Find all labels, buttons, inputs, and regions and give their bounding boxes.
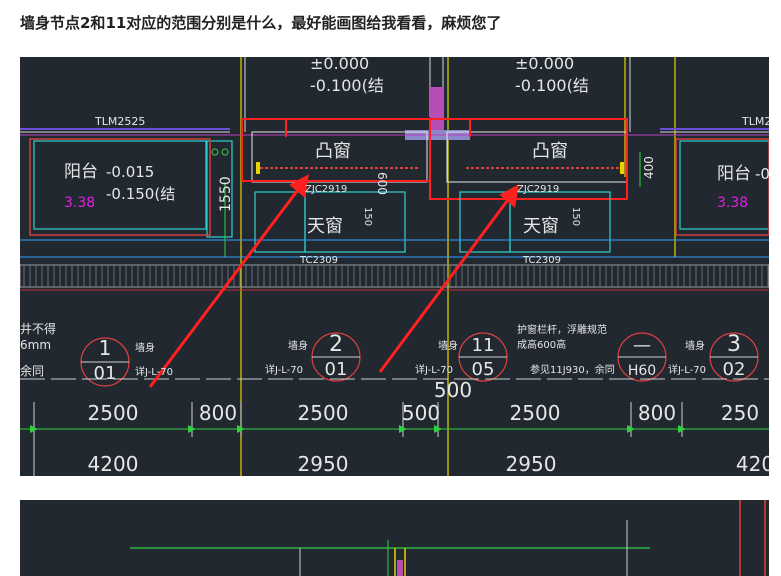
elev-top-left-2: -0.100(结 xyxy=(310,76,384,95)
dim-row1-label: 500 xyxy=(402,401,440,425)
cad-drawing-image: ±0.000 -0.100(结 ±0.000 -0.100(结 TLM2525 … xyxy=(20,57,769,476)
balcony-left-elev2: -0.150(结 xyxy=(106,185,175,203)
tlm-left: TLM2525 xyxy=(94,115,145,128)
detail-1-bottom: 01 xyxy=(94,363,117,384)
dim-row1-label: 2500 xyxy=(88,401,139,425)
cad-drawing-image-2 xyxy=(20,500,769,576)
detail-h60-top: — xyxy=(633,335,651,356)
tlm-right: TLM25 xyxy=(741,115,769,128)
detail-2-bottom: 01 xyxy=(325,359,348,380)
balcony-left-elev1: -0.015 xyxy=(106,163,154,181)
dim-500-mid: 500 xyxy=(434,378,472,402)
ref-1: 详J-L-70 xyxy=(135,365,173,378)
detail-h60-bottom: H60 xyxy=(628,363,656,379)
balcony-left: 阳台 xyxy=(64,162,98,182)
wall-label-1: 墙身 xyxy=(135,341,155,354)
balcony-right-elev3: 3.38 xyxy=(717,195,748,211)
elev-top-right-2: -0.100(结 xyxy=(515,76,589,95)
detail-11-top: 11 xyxy=(472,335,495,356)
zjc-left: ZJC2919 xyxy=(305,184,347,195)
bay-window-right: 凸窗 xyxy=(532,141,568,162)
detail-3-bottom: 02 xyxy=(723,359,746,380)
tc-left: TC2309 xyxy=(299,255,338,266)
ref-2: 详J-L-70 xyxy=(265,363,303,376)
dim-row2-label: 2950 xyxy=(506,452,557,476)
dim-row2-label: 2950 xyxy=(298,452,349,476)
dim-row2-label: 420 xyxy=(736,452,769,476)
dim-400: 400 xyxy=(642,156,656,179)
dim-row2-label: 4200 xyxy=(88,452,139,476)
dim-row1-label: 800 xyxy=(638,401,676,425)
balcony-right: 阳台 xyxy=(717,164,751,184)
wall-label-3: 墙身 xyxy=(685,339,705,352)
elev-top-left: ±0.000 xyxy=(310,57,369,73)
detail-1-top: 1 xyxy=(99,336,112,360)
detail-11-bottom: 05 xyxy=(472,359,495,380)
dim-1550: 1550 xyxy=(218,176,234,212)
skylight-right: 天窗 xyxy=(523,216,559,237)
dim-row1-label: 250 xyxy=(721,401,759,425)
ref-11j930: 参见11J930，余同 xyxy=(530,363,615,376)
wall-label-2: 墙身 xyxy=(288,339,308,352)
tc-right: TC2309 xyxy=(522,255,561,266)
note-left-3: 余同 xyxy=(20,363,44,378)
ref-3: 详J-L-70 xyxy=(668,363,706,376)
dim-row1-label: 800 xyxy=(199,401,237,425)
skylight-left: 天窗 xyxy=(307,216,343,237)
balcony-right-elev1: -0 xyxy=(755,165,769,183)
dim-row1-label: 2500 xyxy=(510,401,561,425)
skylight-tag-left: 150 xyxy=(362,207,373,226)
question-title: 墙身节点2和11对应的范围分别是什么，最好能画图给我看看，麻烦您了 xyxy=(20,14,502,32)
zjc-right: ZJC2919 xyxy=(517,184,559,195)
skylight-tag-right: 150 xyxy=(570,207,581,226)
dim-600: 600 xyxy=(375,172,389,195)
detail-3-top: 3 xyxy=(727,332,741,357)
elev-top-right: ±0.000 xyxy=(515,57,574,73)
rail-note-1: 护窗栏杆，浮雕规范 xyxy=(517,323,607,336)
detail-2-top: 2 xyxy=(329,332,343,357)
balcony-left-elev3: 3.38 xyxy=(64,195,95,211)
note-left-2: 6mm xyxy=(20,338,51,352)
bay-window-left: 凸窗 xyxy=(315,141,351,162)
rail-note-2: 成高600高 xyxy=(517,338,566,351)
wall-label-11: 墙身 xyxy=(438,339,458,352)
ref-11: 详J-L-70 xyxy=(415,363,453,376)
note-left-1: 井不得 xyxy=(20,321,56,336)
dim-row1-label: 2500 xyxy=(298,401,349,425)
